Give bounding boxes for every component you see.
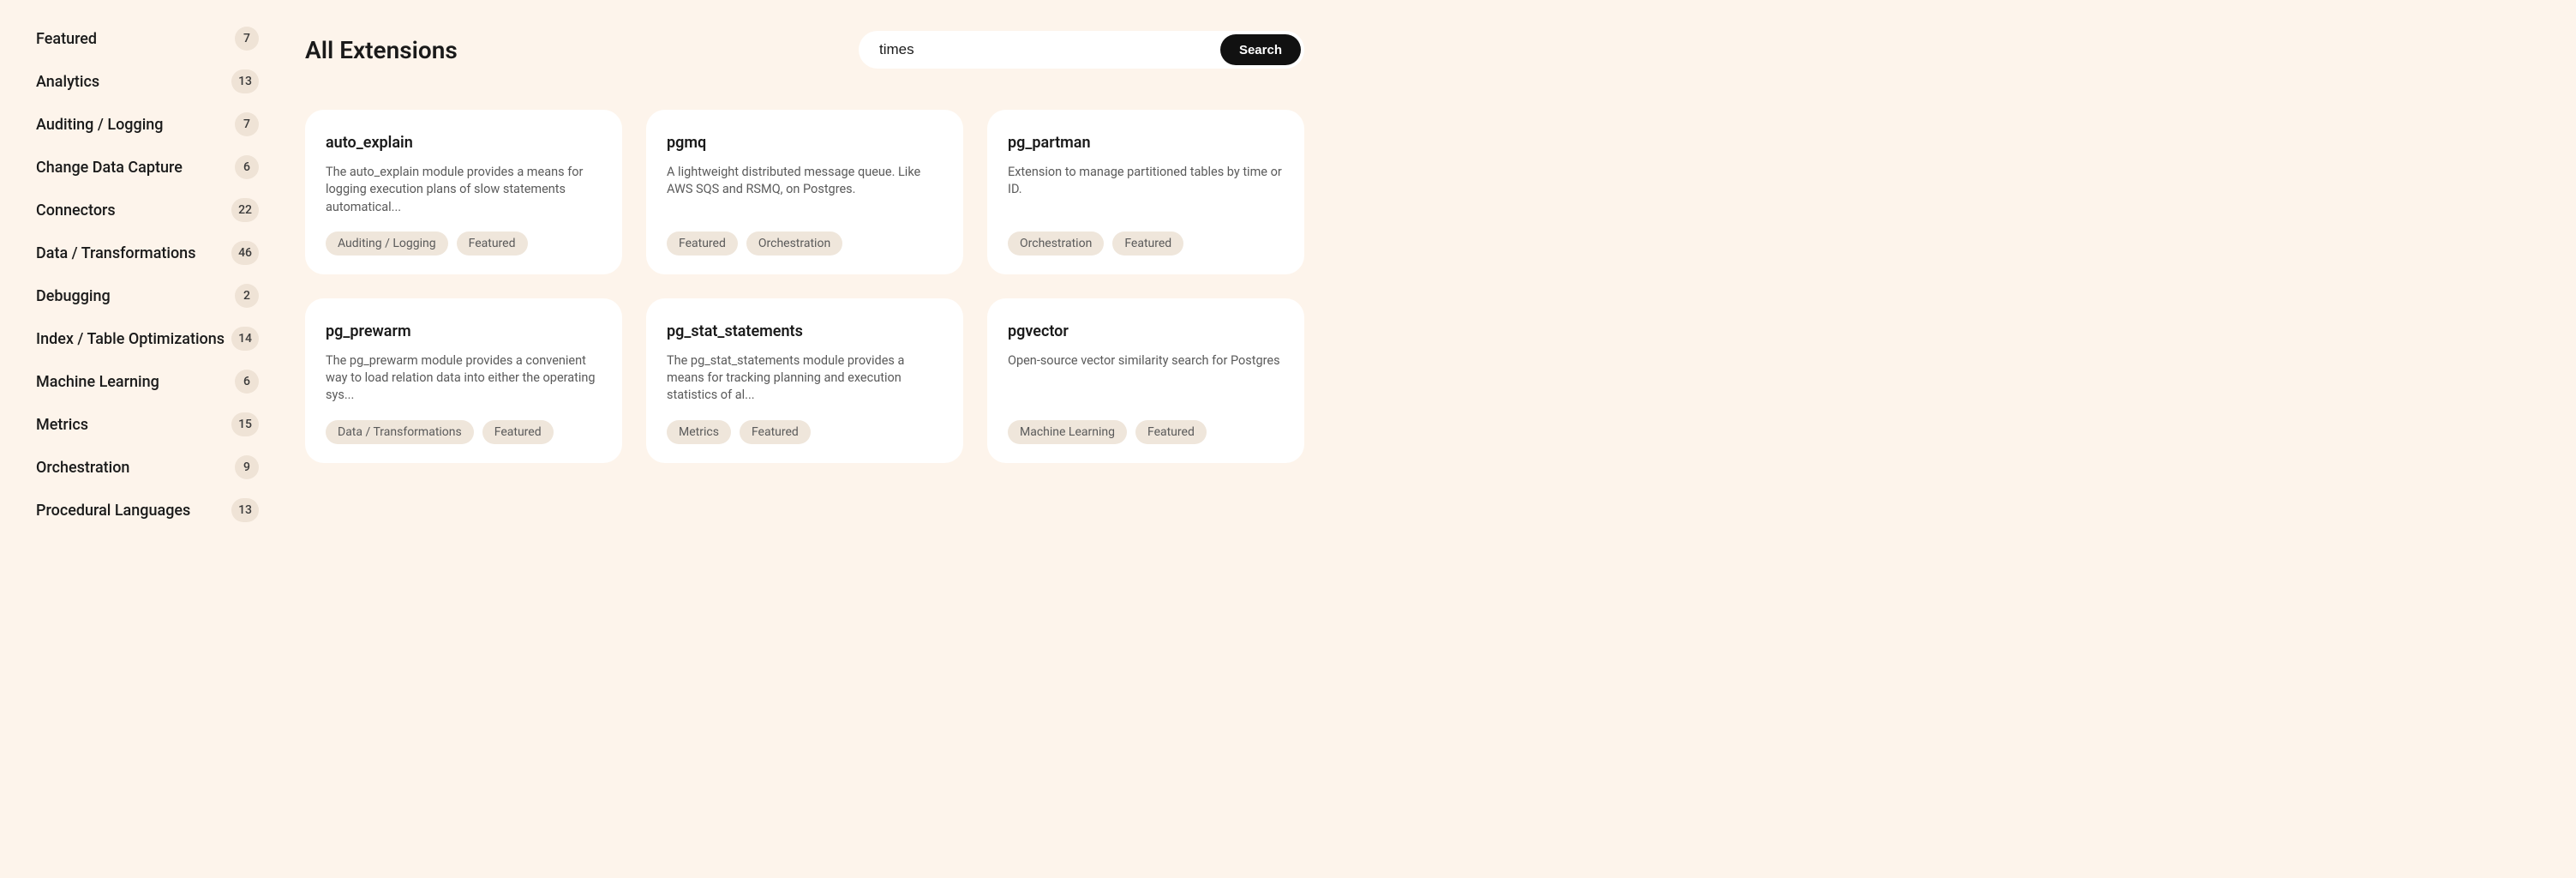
sidebar-item-count: 15 [231,412,259,436]
main-content: All Extensions Search auto_explain The au… [274,0,1320,878]
extension-card-title: pgmq [667,134,943,152]
extension-card-tags: Auditing / Logging Featured [326,232,602,256]
extension-tag[interactable]: Orchestration [746,232,842,256]
sidebar-item[interactable]: Analytics 13 [36,60,259,103]
sidebar-item-count: 6 [235,370,259,394]
extension-tag[interactable]: Featured [667,232,738,256]
extension-tag[interactable]: Data / Transformations [326,420,474,444]
sidebar-item[interactable]: Index / Table Optimizations 14 [36,317,259,360]
extension-card[interactable]: auto_explain The auto_explain module prov… [305,110,622,274]
sidebar-item[interactable]: Debugging 2 [36,274,259,317]
sidebar-item-count: 14 [231,327,259,351]
search-container: Search [859,31,1304,69]
extension-tag[interactable]: Featured [740,420,811,444]
sidebar-item-count: 2 [235,284,259,308]
sidebar-item-count: 9 [235,455,259,479]
sidebar-item-count: 46 [231,241,259,265]
sidebar-item-label: Change Data Capture [36,159,183,177]
extension-tag[interactable]: Machine Learning [1008,420,1127,444]
extension-card-tags: Machine Learning Featured [1008,420,1284,444]
sidebar-item-label: Orchestration [36,459,129,477]
sidebar-item-label: Featured [36,30,97,48]
header-row: All Extensions Search [305,31,1304,69]
extension-card-description: Open-source vector similarity search for… [1008,352,1284,405]
sidebar-item-label: Auditing / Logging [36,116,164,134]
extension-card-title: auto_explain [326,134,602,152]
sidebar-item-label: Index / Table Optimizations [36,330,225,348]
page-title: All Extensions [305,36,458,64]
sidebar-item-label: Machine Learning [36,373,159,391]
category-sidebar: Featured 7 Analytics 13 Auditing / Logging 7 C… [0,0,274,878]
search-button[interactable]: Search [1220,34,1301,65]
extension-card-description: Extension to manage partitioned tables b… [1008,164,1284,216]
extension-tag[interactable]: Featured [1112,232,1183,256]
extension-card[interactable]: pgvector Open-source vector similarity se… [987,298,1304,463]
extension-card-title: pg_stat_statements [667,322,943,340]
extensions-grid: auto_explain The auto_explain module prov… [305,110,1304,480]
sidebar-item-label: Analytics [36,73,99,91]
extension-tag[interactable]: Orchestration [1008,232,1104,256]
sidebar-item-label: Connectors [36,201,116,220]
extension-card-description: The pg_stat_statements module provides a… [667,352,943,405]
extension-tag[interactable]: Featured [482,420,554,444]
extension-card[interactable]: pg_partman Extension to manage partitione… [987,110,1304,274]
sidebar-item[interactable]: Change Data Capture 6 [36,146,259,189]
sidebar-item-label: Procedural Languages [36,502,190,520]
extension-card-tags: Featured Orchestration [667,232,943,256]
extension-card-description: A lightweight distributed message queue.… [667,164,943,216]
sidebar-item-label: Debugging [36,287,111,305]
extension-card[interactable]: pg_stat_statements The pg_stat_statements… [646,298,963,463]
sidebar-item[interactable]: Orchestration 9 [36,446,259,489]
sidebar-item-count: 6 [235,155,259,179]
sidebar-item[interactable]: Auditing / Logging 7 [36,103,259,146]
extension-card-description: The auto_explain module provides a means… [326,164,602,216]
sidebar-item-label: Data / Transformations [36,244,195,262]
search-input[interactable] [879,41,1220,58]
sidebar-item-label: Metrics [36,416,88,434]
sidebar-item[interactable]: Machine Learning 6 [36,360,259,403]
sidebar-item[interactable]: Procedural Languages 13 [36,489,259,532]
extension-tag[interactable]: Auditing / Logging [326,232,448,256]
sidebar-item-count: 7 [235,112,259,136]
extension-card-tags: Orchestration Featured [1008,232,1284,256]
extension-card-description: The pg_prewarm module provides a conveni… [326,352,602,405]
sidebar-item-count: 13 [231,69,259,93]
sidebar-item[interactable]: Data / Transformations 46 [36,232,259,274]
extension-card-tags: Data / Transformations Featured [326,420,602,444]
extension-tag[interactable]: Metrics [667,420,731,444]
extension-card-tags: Metrics Featured [667,420,943,444]
extension-card[interactable]: pgmq A lightweight distributed message qu… [646,110,963,274]
extension-card[interactable]: pg_prewarm The pg_prewarm module provides… [305,298,622,463]
extension-tag[interactable]: Featured [1135,420,1207,444]
extension-card-title: pg_partman [1008,134,1284,152]
sidebar-item[interactable]: Connectors 22 [36,189,259,232]
sidebar-item-count: 13 [231,498,259,522]
extension-card-title: pg_prewarm [326,322,602,340]
sidebar-item-count: 7 [235,27,259,51]
sidebar-item[interactable]: Metrics 15 [36,403,259,446]
extension-card-title: pgvector [1008,322,1284,340]
extension-tag[interactable]: Featured [457,232,528,256]
sidebar-item-count: 22 [231,198,259,222]
sidebar-item[interactable]: Featured 7 [36,17,259,60]
